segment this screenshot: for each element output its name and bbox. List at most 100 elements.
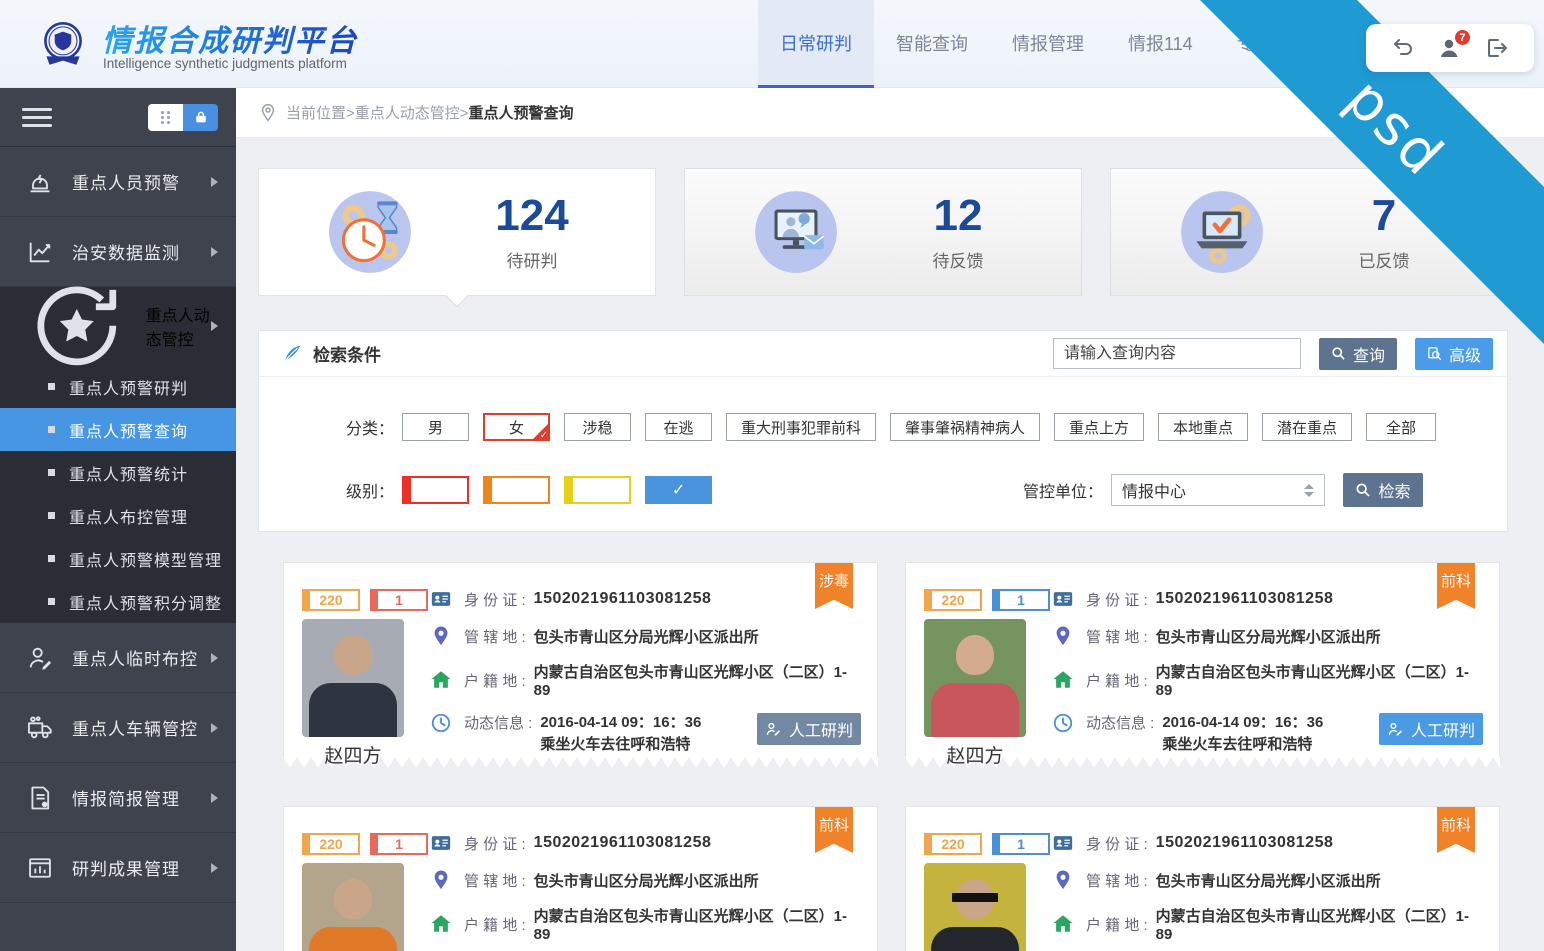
badge-group: 220 1 xyxy=(924,589,1050,611)
manual-judgment-button[interactable]: 人工研判 xyxy=(757,713,861,745)
sidebar-subitem-control-manage[interactable]: 重点人布控管理 xyxy=(0,494,236,537)
dynamic-desc: 乘坐火车去往呼和浩特 xyxy=(1162,734,1323,756)
category-mental-patient[interactable]: 肇事肇祸精神病人 xyxy=(890,413,1040,441)
category-all[interactable]: 全部 xyxy=(1366,413,1436,441)
app-window: 情报合成研判平台 Intelligence synthetic judgment… xyxy=(0,0,1544,951)
person-name: 赵四方 xyxy=(302,741,404,768)
level-orange-chip[interactable] xyxy=(483,476,550,504)
control-unit-value: 情报中心 xyxy=(1122,478,1186,502)
sidebar-subitem-alert-query[interactable]: 重点人预警查询 xyxy=(0,408,236,451)
nav-tab-intel-manage[interactable]: 情报管理 xyxy=(990,0,1106,88)
category-female[interactable]: 女 xyxy=(483,413,550,441)
dynamic-time: 2016-04-14 09：16：36 xyxy=(1162,712,1323,734)
category-major-crime[interactable]: 重大刑事犯罪前科 xyxy=(726,413,876,441)
laptop-check-icon xyxy=(1177,187,1267,277)
id-number: 1502021961103081258 xyxy=(534,590,712,608)
stat-card-pending-judgment[interactable]: 124 待研判 xyxy=(258,168,656,296)
main-nav: 日常研判 智能查询 情报管理 情报114 专题 xyxy=(758,0,1295,88)
nav-tab-daily[interactable]: 日常研判 xyxy=(758,0,874,88)
top-header: 情报合成研判平台 Intelligence synthetic judgment… xyxy=(0,0,1544,88)
police-badge-logo xyxy=(34,14,92,74)
dynamic-desc: 乘坐火车去往呼和浩特 xyxy=(540,734,701,756)
category-key-petition[interactable]: 重点上方 xyxy=(1054,413,1144,441)
nav-tab-intel-114[interactable]: 情报114 xyxy=(1106,0,1215,88)
stats-row: 124 待研判 12 xyxy=(258,168,1508,296)
document-gear-icon xyxy=(26,784,54,812)
search-input[interactable] xyxy=(1053,338,1301,369)
person-edit-icon xyxy=(26,644,54,672)
sidebar-item-label: 研判成果管理 xyxy=(72,855,180,880)
breadcrumb: 当前位置>重点人动态管控> 重点人预警查询 xyxy=(236,88,1544,138)
sidebar-subitem-model-manage[interactable]: 重点人预警模型管理 xyxy=(0,537,236,580)
filter-title: 检索条件 xyxy=(313,341,381,366)
sidebar-item-temp-control[interactable]: 重点人临时布控 xyxy=(0,623,236,693)
logout-icon[interactable] xyxy=(1485,36,1509,60)
drag-handle-icon[interactable] xyxy=(148,104,183,131)
bullet-icon xyxy=(48,512,55,519)
sidebar-item-briefing-manage[interactable]: 情报简报管理 xyxy=(0,763,236,833)
search-filter-panel: 检索条件 查询 高级 分类： 男 女 涉稳 xyxy=(258,330,1508,532)
undo-icon[interactable] xyxy=(1391,36,1415,60)
bullet-icon xyxy=(48,555,55,562)
lock-icon[interactable] xyxy=(183,104,218,131)
sidebar-item-vehicle-control[interactable]: 重点人车辆管控 xyxy=(0,693,236,763)
retrieve-button[interactable]: 检索 xyxy=(1343,473,1423,507)
level-yellow-chip[interactable] xyxy=(564,476,631,504)
sidebar-subitem-alert-stats[interactable]: 重点人预警统计 xyxy=(0,451,236,494)
stat-value: 12 xyxy=(903,193,1013,239)
category-filter-row: 分类： 男 女 涉稳 在逃 重大刑事犯罪前科 肇事肇祸精神病人 重点上方 本地重… xyxy=(259,413,1507,441)
jurisdiction-row: 管 辖 地 : 包头市青山区分局光辉小区派出所 xyxy=(1052,868,1485,892)
select-arrows-icon xyxy=(1304,484,1314,497)
badge-group: 220 1 xyxy=(302,833,428,855)
location-pin-icon xyxy=(258,103,278,123)
nav-tab-special[interactable]: 专题 xyxy=(1215,0,1295,88)
sidebar-item-label: 重点人车辆管控 xyxy=(72,715,198,740)
person-card: 220 1 前科 赵四方 身 份 证 : 1502021961103081258 xyxy=(905,562,1500,769)
stat-card-feedback-done[interactable]: 7 已反馈 xyxy=(1110,168,1508,296)
category-fugitive[interactable]: 在逃 xyxy=(645,413,712,441)
bar-chart-window-icon xyxy=(26,854,54,882)
chevron-right-icon xyxy=(211,321,218,331)
sidebar-item-label: 重点人员预警 xyxy=(72,169,180,194)
sidebar-item-result-manage[interactable]: 研判成果管理 xyxy=(0,833,236,903)
person-photo xyxy=(924,619,1026,737)
id-number: 1502021961103081258 xyxy=(1156,590,1334,608)
sidebar-subitem-score-adjust[interactable]: 重点人预警积分调整 xyxy=(0,580,236,623)
control-unit-select[interactable]: 情报中心 xyxy=(1111,474,1325,506)
person-photo xyxy=(924,863,1026,951)
home-icon xyxy=(1052,669,1074,691)
user-avatar-icon[interactable]: 7 xyxy=(1438,36,1462,60)
category-male[interactable]: 男 xyxy=(402,413,469,441)
chevron-right-icon xyxy=(211,247,218,257)
category-potential-key[interactable]: 潜在重点 xyxy=(1262,413,1352,441)
home-icon xyxy=(430,669,452,691)
category-local-key[interactable]: 本地重点 xyxy=(1158,413,1248,441)
registry-row: 户 籍 地 : 内蒙古自治区包头市青山区光辉小区（二区）1-89 xyxy=(430,905,863,943)
count-badge: 1 xyxy=(370,833,428,855)
nav-tab-smart-query[interactable]: 智能查询 xyxy=(874,0,990,88)
map-pin-icon xyxy=(1052,869,1074,891)
sidebar-item-key-person-dynamic[interactable]: 重点人动态管控 xyxy=(0,287,236,365)
level-label: 级别： xyxy=(346,478,394,502)
level-red-chip[interactable] xyxy=(402,476,469,504)
score-badge: 220 xyxy=(302,833,360,855)
level-blue-chip-checked[interactable]: ✓ xyxy=(645,476,712,504)
hamburger-menu-icon[interactable] xyxy=(22,103,52,132)
stat-card-pending-feedback[interactable]: 12 待反馈 xyxy=(684,168,1082,296)
monitor-chat-icon xyxy=(751,187,841,277)
query-button[interactable]: 查询 xyxy=(1319,338,1397,370)
clock-icon xyxy=(1052,712,1074,734)
category-stability[interactable]: 涉稳 xyxy=(564,413,631,441)
sidebar-item-key-person-alert[interactable]: 重点人员预警 xyxy=(0,147,236,217)
registry-row: 户 籍 地 : 内蒙古自治区包头市青山区光辉小区（二区）1-89 xyxy=(1052,661,1485,699)
advanced-search-button[interactable]: 高级 xyxy=(1415,338,1493,370)
badge-group: 220 1 xyxy=(924,833,1050,855)
sidebar-lock-toggle[interactable] xyxy=(148,104,218,131)
category-label: 分类： xyxy=(346,415,394,439)
registry-value: 内蒙古自治区包头市青山区光辉小区（二区）1-89 xyxy=(1156,905,1485,943)
jurisdiction-value: 包头市青山区分局光辉小区派出所 xyxy=(534,626,759,647)
jurisdiction-row: 管 辖 地 : 包头市青山区分局光辉小区派出所 xyxy=(430,868,863,892)
jurisdiction-row: 管 辖 地 : 包头市青山区分局光辉小区派出所 xyxy=(430,624,863,648)
manual-judgment-button[interactable]: 人工研判 xyxy=(1379,713,1483,745)
jurisdiction-value: 包头市青山区分局光辉小区派出所 xyxy=(1156,626,1381,647)
